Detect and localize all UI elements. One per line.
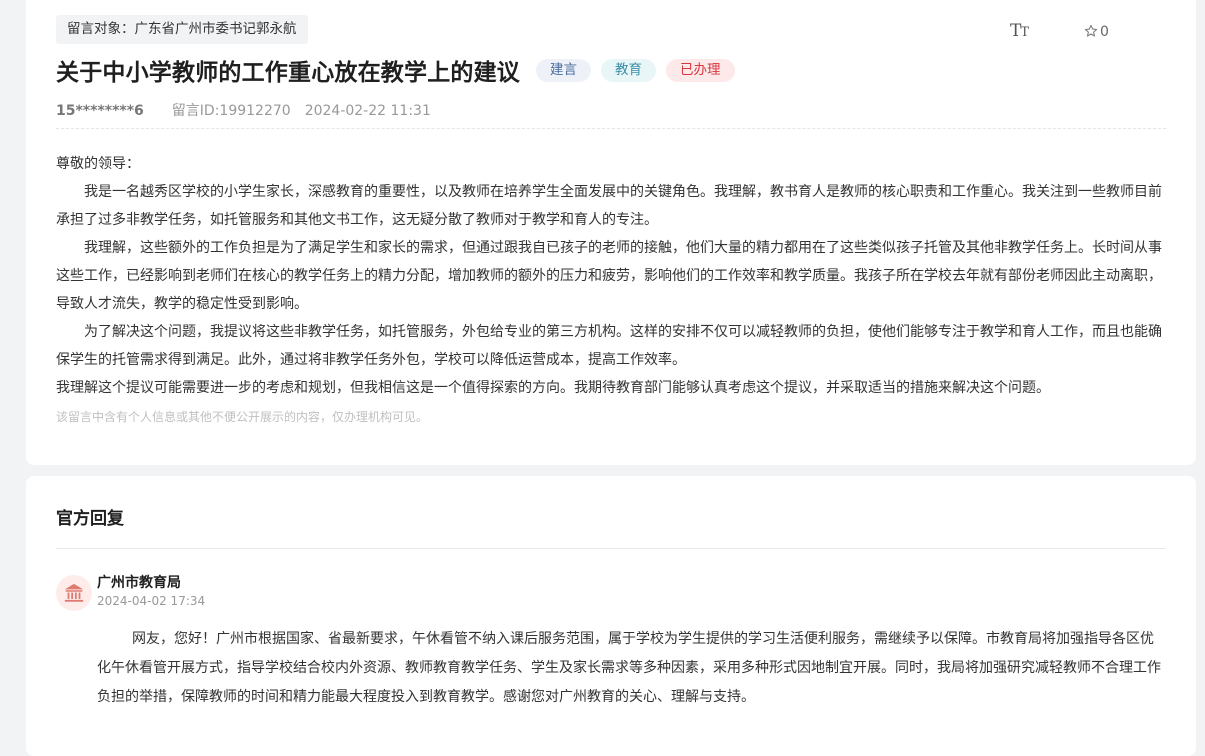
- message-title: 关于中小学教师的工作重心放在教学上的建议: [56, 60, 520, 86]
- reply-text: 网友，您好！广州市根据国家、省最新要求，午休看管不纳入课后服务范围，属于学校为学…: [97, 631, 1161, 705]
- favorite-count: 0: [1100, 24, 1109, 40]
- reply-section-title: 官方回复: [56, 509, 124, 529]
- avatar: [56, 575, 92, 611]
- message-greeting: 尊敬的领导：: [56, 156, 140, 172]
- message-datetime: 2024-02-22 11:31: [304, 103, 431, 119]
- divider: [56, 548, 1166, 549]
- tag-status: 已办理: [666, 58, 735, 82]
- font-size-icon-big: T: [1010, 21, 1021, 41]
- message-user: 15********6: [56, 103, 144, 119]
- star-icon: [1084, 24, 1098, 37]
- tag-category: 教育: [601, 58, 656, 82]
- font-size-icon-small: T: [1020, 25, 1029, 40]
- message-paragraph: 为了解决这个问题，我提议将这些非教学任务，如托管服务，外包给专业的第三方机构。这…: [56, 324, 1162, 368]
- divider: [56, 128, 1166, 129]
- toolbar: TT 0: [996, 19, 1196, 45]
- government-building-icon: [64, 583, 84, 602]
- title-row: 关于中小学教师的工作重心放在教学上的建议 建言 教育 已办理: [56, 53, 735, 89]
- message-body: 尊敬的领导： 我是一名越秀区学校的小学生家长，深感教育的重要性，以及教师在培养学…: [56, 150, 1166, 402]
- message-meta: 15********6 留言ID:19912270 2024-02-22 11:31: [56, 100, 431, 120]
- tag-type: 建言: [536, 58, 591, 82]
- message-id: 留言ID:19912270: [171, 103, 291, 119]
- reply-datetime: 2024-04-02 17:34: [97, 594, 206, 608]
- message-card: 留言对象：广东省广州市委书记郭永航 TT 0 关于中小学教师的工作重心放在教学上…: [26, 0, 1196, 465]
- message-paragraph: 我理解，这些额外的工作负担是为了满足学生和家长的需求，但通过跟我自已孩子的老师的…: [56, 240, 1162, 312]
- message-target: 留言对象：广东省广州市委书记郭永航: [56, 15, 308, 44]
- favorite-button[interactable]: 0: [1084, 19, 1109, 45]
- message-closing: 我理解这个提议可能需要进一步的考虑和规划，但我相信这是一个值得探索的方向。我期待…: [56, 380, 1050, 396]
- reply-card: 官方回复 广州市教育局 2024-04-02 17:34 网友，您好！广州市根据…: [26, 476, 1196, 756]
- font-size-icon[interactable]: TT: [1010, 19, 1029, 45]
- privacy-note: 该留言中含有个人信息或其他不便公开展示的内容，仅办理机构可见。: [56, 410, 429, 424]
- message-paragraph: 我是一名越秀区学校的小学生家长，深感教育的重要性，以及教师在培养学生全面发展中的…: [56, 184, 1162, 228]
- reply-org-name: 广州市教育局: [97, 575, 181, 591]
